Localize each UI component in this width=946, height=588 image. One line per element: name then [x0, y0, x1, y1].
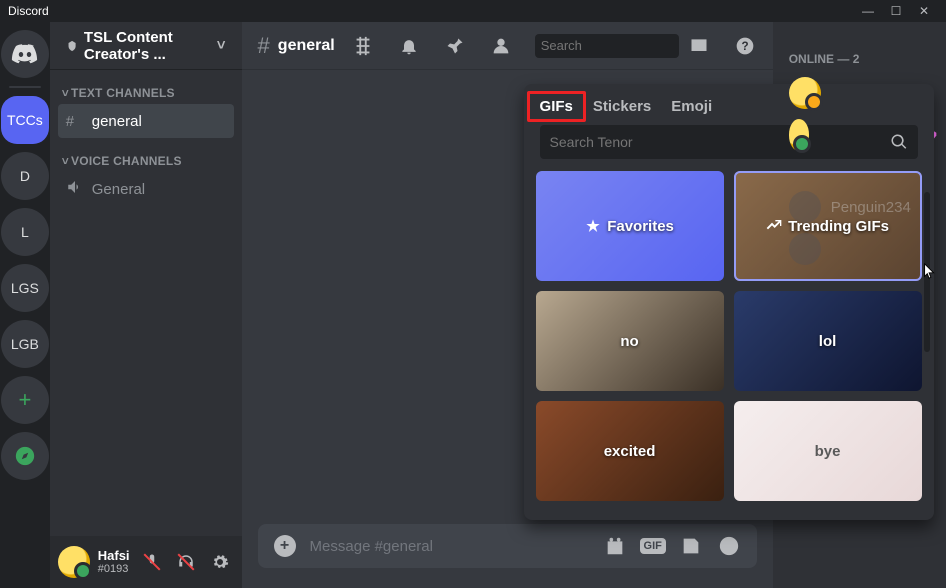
- server-name: TSL Content Creator's ...: [84, 29, 217, 63]
- gif-category-lol[interactable]: lol: [734, 291, 922, 391]
- help-button[interactable]: ?: [733, 34, 757, 58]
- tab-emoji[interactable]: Emoji: [671, 98, 712, 115]
- window-minimize-button[interactable]: —: [854, 4, 882, 18]
- gift-button[interactable]: [603, 534, 627, 558]
- star-icon: [585, 218, 601, 234]
- voice-channels-header[interactable]: ˅ Voice Channels: [58, 154, 234, 168]
- avatar: [789, 119, 810, 151]
- sticker-icon: [680, 535, 702, 557]
- user-settings-button[interactable]: [206, 548, 234, 576]
- people-icon: [490, 35, 512, 57]
- message-input[interactable]: + Message #general GIF: [258, 524, 757, 568]
- user-tag: #0193: [98, 563, 130, 575]
- window-titlebar: Discord — ☐ ✕: [0, 0, 946, 22]
- text-channels-header[interactable]: ˅ Text Channels: [58, 86, 234, 100]
- hash-icon: #: [258, 33, 270, 59]
- channel-title: general: [278, 37, 335, 55]
- speaker-icon: [66, 178, 86, 200]
- hash-icon: #: [66, 113, 86, 130]
- window-maximize-button[interactable]: ☐: [882, 4, 910, 18]
- voice-channel-general[interactable]: General: [58, 172, 234, 206]
- gif-search-input[interactable]: [550, 134, 882, 150]
- guild-tccs[interactable]: TCCs: [1, 96, 49, 144]
- gif-picker-button[interactable]: GIF: [641, 534, 665, 558]
- avatar: [789, 77, 821, 109]
- mute-mic-button[interactable]: [138, 548, 166, 576]
- search-box[interactable]: [535, 34, 679, 58]
- home-button[interactable]: [1, 30, 49, 78]
- notifications-button[interactable]: [397, 34, 421, 58]
- tab-stickers[interactable]: Stickers: [593, 98, 651, 115]
- gif-category-favorites[interactable]: Favorites: [536, 171, 724, 281]
- bell-icon: [399, 36, 419, 56]
- member-penguin234[interactable]: Penguin234: [789, 186, 938, 228]
- guild-lgb[interactable]: LGB: [1, 320, 49, 368]
- guild-rail: TCCs D L LGS LGB +: [0, 22, 50, 588]
- message-placeholder: Message #general: [310, 538, 589, 555]
- add-server-button[interactable]: +: [1, 376, 49, 424]
- compass-icon: [14, 445, 36, 467]
- gif-category-excited[interactable]: excited: [536, 401, 724, 501]
- pin-icon: [445, 36, 465, 56]
- gif-category-bye[interactable]: bye: [734, 401, 922, 501]
- deafen-button[interactable]: [172, 548, 200, 576]
- chevron-down-icon: ˅: [62, 154, 69, 168]
- pinned-messages-button[interactable]: [443, 34, 467, 58]
- gif-category-no[interactable]: no: [536, 291, 724, 391]
- app-name: Discord: [8, 4, 49, 18]
- trending-icon: [766, 218, 782, 234]
- attach-button[interactable]: +: [274, 535, 296, 557]
- server-header[interactable]: TSL Content Creator's ... ˅: [50, 22, 242, 70]
- member-unknown[interactable]: [789, 228, 938, 270]
- user-name: Hafsi: [98, 549, 130, 563]
- inbox-icon: [689, 36, 709, 56]
- help-icon: ?: [735, 36, 755, 56]
- channel-sidebar: TSL Content Creator's ... ˅ ˅ Text Chann…: [50, 22, 242, 588]
- gear-icon: [211, 553, 229, 571]
- tab-gifs[interactable]: GIFs: [540, 98, 573, 115]
- svg-text:?: ?: [741, 40, 748, 53]
- chat-area: # general ? + Message #general GIF: [242, 22, 773, 588]
- explore-servers-button[interactable]: [1, 432, 49, 480]
- gif-picker: GIFs Stickers Emoji Favorites Trending G…: [524, 84, 934, 520]
- user-panel: Hafsi #0193: [50, 536, 242, 588]
- guild-lgs[interactable]: LGS: [1, 264, 49, 312]
- headphones-icon: [177, 553, 195, 571]
- threads-button[interactable]: [351, 34, 375, 58]
- mic-icon: [143, 553, 161, 571]
- gif-search-box[interactable]: [540, 125, 918, 159]
- gift-icon: [604, 535, 626, 557]
- boost-icon: [66, 38, 78, 54]
- inbox-button[interactable]: [687, 34, 711, 58]
- discord-logo-icon: [11, 40, 39, 68]
- channel-general[interactable]: # general: [58, 104, 234, 138]
- chevron-down-icon: ˅: [62, 86, 69, 100]
- avatar: [789, 233, 821, 265]
- guild-d[interactable]: D: [1, 152, 49, 200]
- chat-header: # general ?: [242, 22, 773, 70]
- member-list-button[interactable]: [489, 34, 513, 58]
- online-header: Online — 2: [789, 52, 938, 66]
- emoji-picker-button[interactable]: [717, 534, 741, 558]
- avatar: [789, 191, 821, 223]
- search-icon: [890, 133, 908, 151]
- chevron-down-icon: ˅: [217, 37, 226, 54]
- guild-l[interactable]: L: [1, 208, 49, 256]
- sticker-picker-button[interactable]: [679, 534, 703, 558]
- smile-icon: [718, 535, 740, 557]
- window-close-button[interactable]: ✕: [910, 4, 938, 18]
- user-avatar[interactable]: [58, 546, 90, 578]
